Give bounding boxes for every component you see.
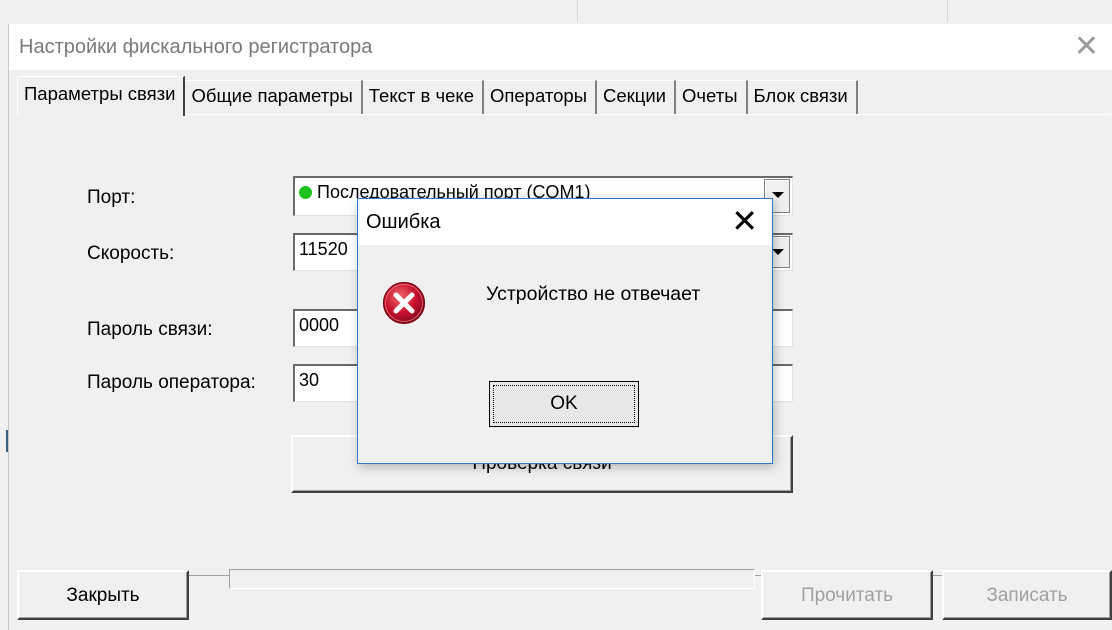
dialog-body: Устройство не отвечает OK [358,245,772,463]
dialog-message: Устройство не отвечает [486,283,701,305]
conn-password-value: 0000 [299,315,340,335]
read-button[interactable]: Прочитать [761,570,933,620]
ok-button[interactable]: OK [489,381,639,427]
ok-button-label: OK [493,385,635,423]
conn-password-label: Пароль связи: [87,319,213,340]
tab-sections[interactable]: Секции [597,80,677,114]
operator-password-value: 30 [299,370,320,390]
speed-label: Скорость: [87,243,175,264]
tab-receipt-text[interactable]: Текст в чеке [362,80,484,114]
close-button[interactable]: Закрыть [17,570,189,620]
speed-value: 11520 [299,239,348,259]
tab-operators[interactable]: Операторы [483,80,597,114]
background-window-strip [0,0,1112,24]
window-close-icon[interactable]: ✕ [1074,30,1099,64]
tab-comm-unit[interactable]: Блок связи [747,80,858,114]
tab-reports[interactable]: Очеты [676,80,748,114]
operator-password-label: Пароль оператора: [87,372,256,393]
dialog-title: Ошибка [366,211,441,233]
port-label: Порт: [87,187,136,208]
port-status-icon [299,186,312,199]
error-dialog: Ошибка ✕ Устройство не отвечает OK [357,198,773,464]
background-segment [578,0,948,22]
dialog-titlebar: Ошибка ✕ [358,199,772,245]
write-button[interactable]: Записать [942,570,1112,620]
tab-general-params[interactable]: Общие параметры [185,80,363,114]
dialog-close-icon[interactable]: ✕ [731,203,758,239]
tab-strip: Параметры связи Общие параметры Текст в … [17,76,858,116]
progress-bar [229,569,755,589]
window-titlebar: Настройки фискального регистратора ✕ [9,24,1112,70]
tab-connection-params[interactable]: Параметры связи [17,76,186,116]
window-title: Настройки фискального регистратора [19,36,373,58]
background-segment [0,0,578,22]
error-icon [382,281,426,325]
